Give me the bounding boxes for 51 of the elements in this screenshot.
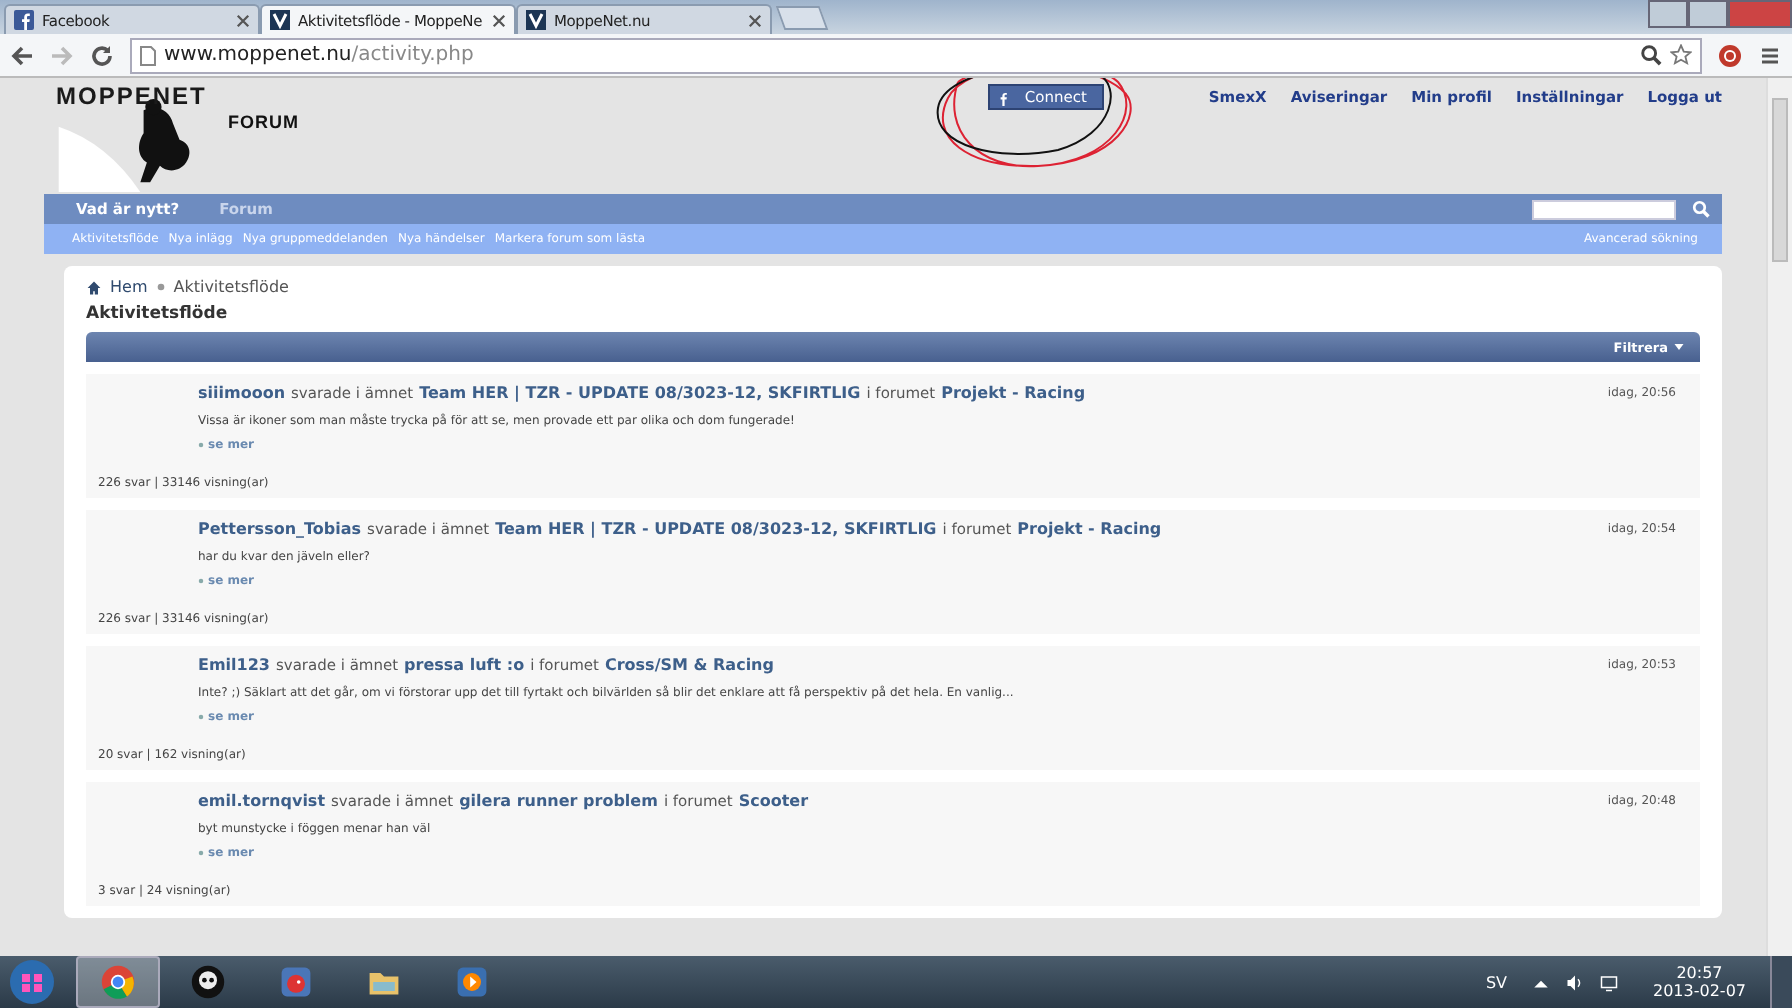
scrollbar[interactable] [1766,78,1792,956]
back-arrow-icon[interactable] [10,43,34,67]
bullet-icon [198,578,204,584]
user-link[interactable]: Emil123 [198,656,270,674]
forum-link[interactable]: Projekt - Racing [1017,520,1162,538]
close-icon[interactable] [236,13,250,27]
zoom-icon[interactable] [1640,44,1662,66]
facebook-icon [14,10,34,30]
speaker-icon[interactable] [1565,973,1583,991]
close-icon[interactable] [492,13,506,27]
start-button[interactable] [8,958,56,1006]
bullet-icon [198,850,204,856]
topic-link[interactable]: pressa luft :o [404,656,525,674]
reload-icon[interactable] [90,43,114,67]
forum-link[interactable]: Scooter [738,792,809,810]
home-icon[interactable] [86,279,102,295]
v-logo-icon [526,10,546,30]
topic-link[interactable]: Team HER | TZR - UPDATE 08/3023-12, SKFIRTLIG [495,520,937,538]
star-icon[interactable] [1670,44,1692,66]
breadcrumb-separator-icon [155,282,166,292]
clock-date[interactable]: 2013-02-07 [1653,982,1746,1000]
chrome-icon [100,964,136,1000]
v-logo-icon [270,10,290,30]
topic-link[interactable]: Team HER | TZR - UPDATE 08/3023-12, SKFIRTLIG [419,384,861,402]
clock-time[interactable]: 20:57 [1676,964,1723,982]
close-icon[interactable] [748,13,762,27]
search-icon[interactable] [1692,200,1710,218]
breadcrumb-link[interactable]: Hem [110,278,148,296]
topic-link[interactable]: gilera runner problem [459,792,658,810]
logo-subtitle: FORUM [228,112,299,132]
window-controls-drawing[interactable] [1648,0,1792,28]
menu-icon[interactable] [1758,43,1782,67]
bullet-icon [198,442,204,448]
show-desktop-button[interactable] [1770,956,1792,1008]
user-link[interactable]: Pettersson_Tobias [198,520,362,538]
page-icon [140,45,156,65]
facebook-icon [998,89,1009,105]
user-link[interactable]: emil.tornqvist [198,792,326,810]
address-field[interactable]: www.moppenet.nu/activity.php [130,37,1702,73]
breadcrumb-current: Aktivitetsflöde [173,278,289,296]
language-indicator[interactable]: SV [1485,973,1507,991]
page-title: Aktivitetsflöde [86,304,230,324]
user-link[interactable]: siiimooon [198,384,286,402]
search-field[interactable] [1532,199,1676,219]
logo-title: MOPPENET [56,82,207,110]
forum-link[interactable]: Projekt - Racing [941,384,1086,402]
network-icon[interactable] [1599,973,1617,991]
bullet-icon [198,714,204,720]
media-player-icon [454,964,490,1000]
forum-link[interactable]: Cross/SM & Racing [604,656,774,674]
caret-icon [1674,344,1684,350]
